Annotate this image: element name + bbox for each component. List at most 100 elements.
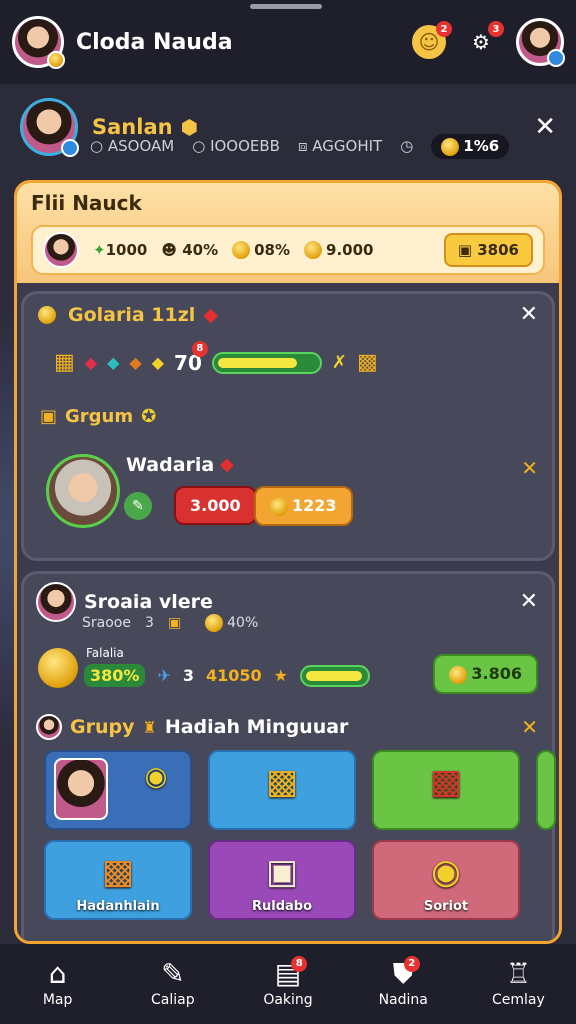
resource-4: 9.000 bbox=[304, 241, 373, 260]
tool-icon: ✎ bbox=[161, 957, 185, 990]
coin-icon bbox=[232, 241, 251, 260]
section2-meta: Sraooe 3 ▣ 40% bbox=[82, 614, 258, 632]
stat-3: ⧈ AGGOHIT bbox=[297, 137, 383, 156]
meta-3: 40% bbox=[205, 614, 258, 632]
chest-icon: ▤ 8 bbox=[275, 956, 308, 988]
section1-title-row: Golaria 11zl ◆ bbox=[38, 304, 218, 326]
status-dot-icon bbox=[547, 49, 565, 67]
nav-label: Cemlay bbox=[492, 992, 545, 1008]
section2-avatar bbox=[36, 582, 76, 622]
main-card-title: Flii Nauck bbox=[31, 191, 142, 215]
nav-badge: 8 bbox=[291, 956, 308, 972]
close-reward-button[interactable]: ✕ bbox=[521, 717, 538, 737]
coin-icon bbox=[205, 614, 224, 632]
coin-icon bbox=[441, 137, 460, 156]
reward-title2: Hadiah Minguuar bbox=[164, 716, 349, 738]
member-orange-button[interactable]: 1223 bbox=[254, 486, 353, 526]
user-avatar[interactable] bbox=[12, 16, 65, 69]
nav-caliap[interactable]: ✎ Caliap bbox=[115, 944, 230, 1024]
close-profile-button[interactable]: ✕ bbox=[534, 114, 556, 140]
pct-pill: 380% bbox=[84, 664, 146, 687]
tile-label: Hadanhlain bbox=[76, 899, 160, 914]
big-coin-icon bbox=[38, 648, 78, 688]
reward-tile-peek bbox=[536, 750, 556, 830]
coins-icon: ◉ bbox=[144, 762, 168, 792]
verified-icon bbox=[61, 139, 79, 157]
section2-title: Sroaia vlere bbox=[84, 591, 213, 613]
section1-title: Golaria 11zl bbox=[68, 304, 196, 326]
nav-oaking[interactable]: ▤ 8 Oaking bbox=[230, 944, 345, 1024]
sub-label: Falalia bbox=[86, 646, 124, 660]
profile-avatar[interactable] bbox=[20, 98, 79, 157]
member-avatar[interactable] bbox=[46, 454, 120, 528]
gem-red-icon: ◆ bbox=[84, 353, 98, 372]
sparkle-icon: ✗ bbox=[331, 352, 347, 373]
member-red-button[interactable]: 3.000 bbox=[174, 486, 257, 525]
progress-label: 70 8 bbox=[174, 340, 208, 375]
profile-panel: Sanlan ⬢ ✕ ○ ASOOAM ○ IOOOEBB ⧈ AGGOHIT … bbox=[0, 88, 576, 184]
trophy-icon: ♖ bbox=[505, 957, 531, 990]
timer-icon: ◷ bbox=[400, 137, 414, 156]
reward-tile-3[interactable]: ▩ bbox=[372, 750, 520, 830]
bird-icon: ✈ bbox=[157, 666, 171, 685]
progress-fill bbox=[217, 357, 298, 368]
gem-yellow-icon: ◆ bbox=[151, 353, 165, 372]
chest-icon: ▦ bbox=[54, 350, 75, 375]
reward-avatar bbox=[36, 714, 62, 740]
badge-icon: ✪ bbox=[141, 406, 157, 427]
nav-label: Nadina bbox=[378, 992, 428, 1008]
smile-coin-icon[interactable]: ☺ 2 bbox=[412, 21, 452, 59]
coin-icon bbox=[449, 665, 468, 684]
reward-tile-6[interactable]: ◉ Soriot bbox=[372, 840, 520, 920]
section2-green-button[interactable]: 3.806 bbox=[433, 654, 538, 694]
resource-buy-button[interactable]: ▣ 3806 bbox=[443, 233, 533, 267]
stat-2: ○ IOOOEBB bbox=[192, 137, 280, 156]
reward-tile-4[interactable]: ▩ Hadanhlain bbox=[44, 840, 192, 920]
ruby-icon: ◆ bbox=[203, 304, 218, 326]
orange-gift-icon: ▩ bbox=[101, 852, 135, 892]
dismiss-member-button[interactable]: ✕ bbox=[521, 458, 538, 478]
gem-teal-icon: ◆ bbox=[107, 353, 120, 372]
resource-2: ☻ 40% bbox=[161, 241, 219, 259]
big-coin-icon: ◉ bbox=[431, 852, 461, 892]
notification-badge: 2 bbox=[436, 21, 452, 37]
section2-stats: 380% ✈ 3 41050 ★ bbox=[84, 664, 370, 687]
shield-icon: ⛊ 2 bbox=[393, 956, 420, 988]
main-card: Flii Nauck ✦1000 ☻ 40% 08% 9.000 ▣ 3806 … bbox=[14, 180, 562, 944]
section1-progress-bar bbox=[211, 351, 322, 374]
trophy-icon: ♜ bbox=[142, 717, 157, 737]
leaf-icon: ✎ bbox=[124, 492, 152, 520]
settings-gear-icon[interactable]: ⚙ 3 bbox=[464, 21, 504, 59]
meta-2: 3 bbox=[144, 615, 154, 631]
member-name: Wadaria bbox=[126, 454, 215, 476]
coin-pill[interactable]: 1%6 bbox=[431, 134, 510, 159]
section-sroaia: Sroaia vlere ✕ Sraooe 3 ▣ 40% Falalia 38… bbox=[21, 571, 556, 941]
close-section1-button[interactable]: ✕ bbox=[520, 304, 538, 326]
reward-tile-1[interactable]: ◉ bbox=[44, 750, 192, 830]
tile-label: Soriot bbox=[423, 899, 469, 914]
heart-gem-icon: ◆ bbox=[220, 454, 234, 475]
nav-label: Map bbox=[42, 992, 73, 1008]
gem-row: ▦ ◆ ◆ ◆ ◆ 70 8 ✗ ▩ bbox=[54, 340, 378, 375]
section-golaria: Golaria 11zl ◆ ✕ ▦ ◆ ◆ ◆ ◆ 70 8 ✗ ▩ ▣ Gr… bbox=[21, 291, 555, 561]
group-label-row: ▣ Grgum ✪ bbox=[40, 406, 156, 427]
screen-notch bbox=[250, 4, 322, 9]
box-icon: ▣ bbox=[40, 406, 58, 427]
nav-nadina[interactable]: ⛊ 2 Nadina bbox=[346, 944, 461, 1024]
reward-tile-5[interactable]: ▣ Ruldabo bbox=[208, 840, 356, 920]
stat-1: ○ ASOOAM bbox=[90, 137, 175, 156]
nav-cemlay[interactable]: ♖ Cemlay bbox=[461, 944, 576, 1024]
gift-coins-icon: ▩ bbox=[265, 762, 299, 802]
resource-avatar bbox=[43, 232, 79, 268]
resource-1: ✦1000 bbox=[93, 241, 148, 259]
close-section2-button[interactable]: ✕ bbox=[520, 591, 538, 613]
tile-portrait bbox=[54, 758, 108, 820]
friend-avatar[interactable] bbox=[516, 18, 565, 67]
app-title: Cloda Nauda bbox=[76, 29, 233, 55]
nav-map[interactable]: ⌂ Map bbox=[0, 944, 115, 1024]
coin-icon bbox=[47, 51, 65, 69]
reward-tile-2[interactable]: ▩ bbox=[208, 750, 356, 830]
coin-stack-icon bbox=[304, 241, 323, 260]
group-label: Grgum bbox=[65, 406, 134, 427]
settings-badge: 3 bbox=[488, 21, 504, 37]
